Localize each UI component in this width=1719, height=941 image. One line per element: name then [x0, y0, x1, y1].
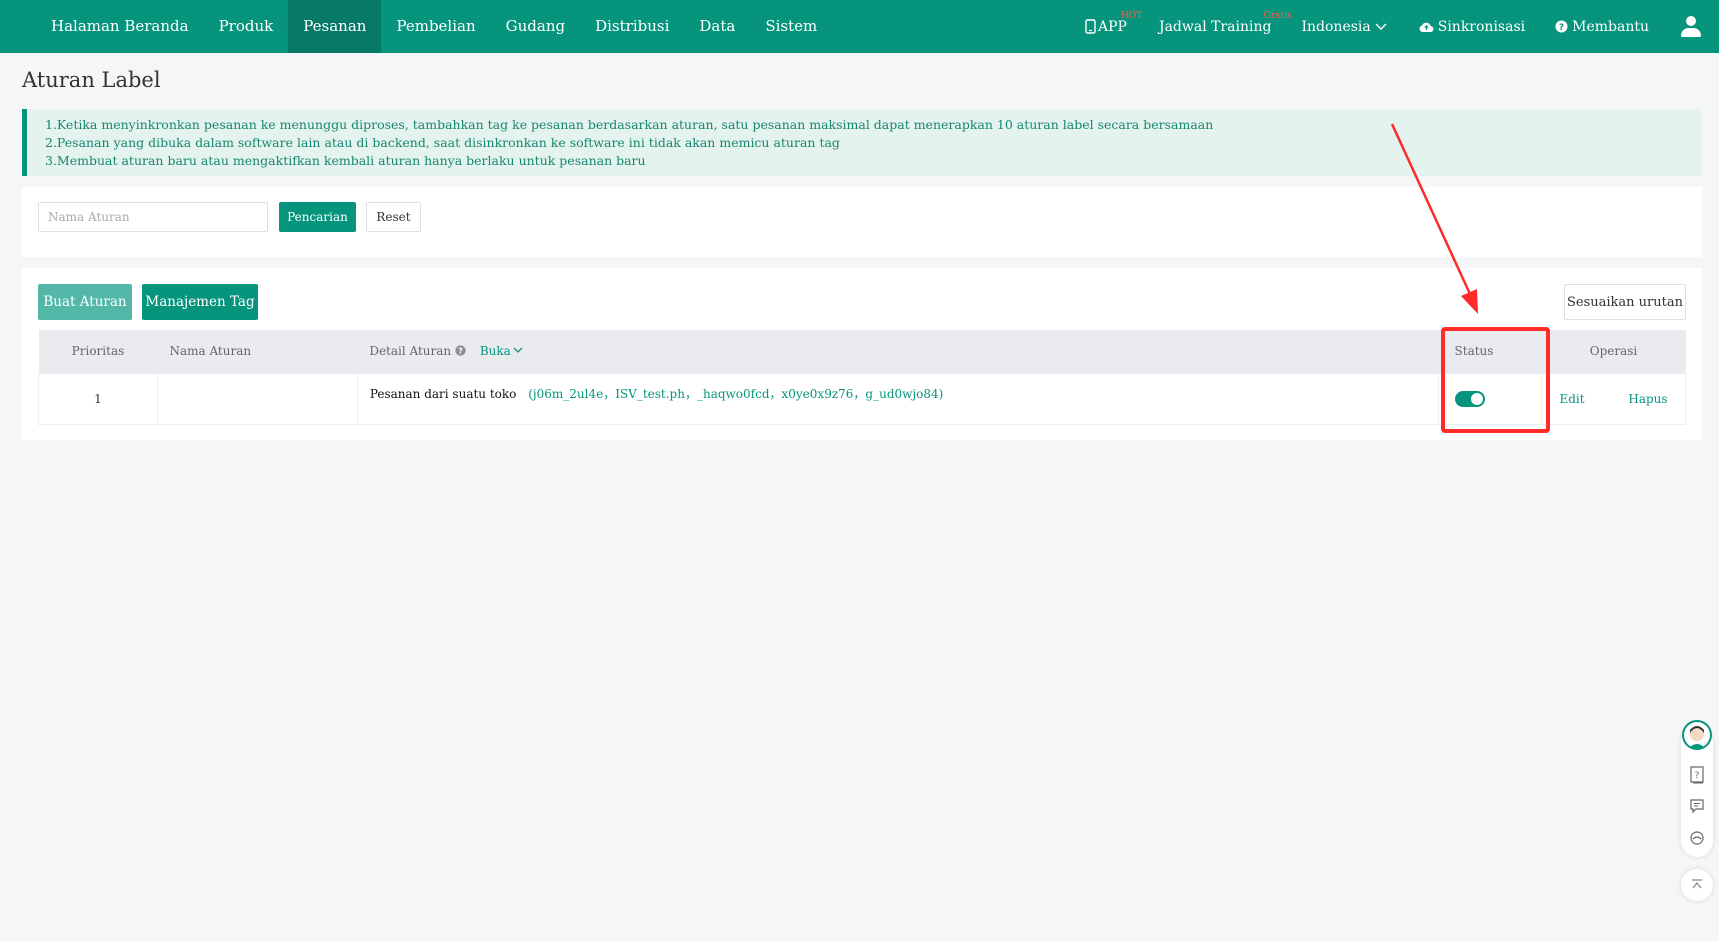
user-icon	[1681, 15, 1701, 38]
message-icon[interactable]	[1689, 798, 1705, 814]
rule-name-cell	[156, 372, 358, 425]
language-selector[interactable]: Indonesia	[1301, 18, 1387, 35]
user-account-button[interactable]	[1681, 15, 1701, 38]
app-link[interactable]: APP HOT	[1085, 11, 1142, 35]
annotation-highlight-box	[1441, 327, 1550, 433]
rule-detail-cell: Pesanan dari suatu toko (j06m_2ul4e，ISV_…	[356, 372, 1440, 425]
table-header-row: Prioritas Nama Aturan Detail Aturan ? Bu…	[38, 330, 1686, 373]
edit-link[interactable]: Edit	[1559, 392, 1584, 406]
nav-orders[interactable]: Pesanan	[288, 0, 382, 53]
expand-details-toggle[interactable]: Buka	[480, 344, 523, 358]
arrow-up-to-top-icon	[1692, 879, 1702, 889]
search-panel: Pencarian Reset	[22, 187, 1702, 257]
expand-label: Buka	[479, 344, 511, 359]
training-schedule-link[interactable]: Jadwal Training Gratis	[1158, 11, 1292, 35]
search-button[interactable]: Pencarian	[279, 202, 356, 232]
priority-cell: 1	[38, 372, 158, 425]
agent-avatar-icon	[1684, 722, 1710, 748]
training-label: Jadwal Training	[1158, 18, 1272, 35]
svg-text:?: ?	[1695, 771, 1700, 781]
nav-products[interactable]: Produk	[204, 0, 289, 53]
header-right-menu: APP HOT Jadwal Training Gratis Indonesia…	[1085, 0, 1719, 53]
question-circle-icon: ?	[1555, 20, 1568, 33]
notice-line-3: 3.Membuat aturan baru atau mengaktifkan …	[45, 153, 646, 168]
nav-purchasing[interactable]: Pembelian	[381, 0, 490, 53]
feedback-icon[interactable]	[1689, 830, 1705, 846]
operation-cell: Edit Hapus	[1541, 372, 1686, 425]
chevron-down-icon	[513, 347, 523, 354]
language-label: Indonesia	[1301, 18, 1371, 35]
notice-line-2: 2.Pesanan yang dibuka dalam software lai…	[45, 135, 840, 150]
help-document-icon[interactable]: ?	[1689, 766, 1705, 784]
rule-name-column-header: Nama Aturan	[157, 330, 358, 373]
operation-column-header: Operasi	[1541, 330, 1686, 373]
customer-service-avatar[interactable]	[1682, 720, 1712, 750]
back-to-top-button[interactable]	[1681, 869, 1713, 901]
nav-home[interactable]: Halaman Beranda	[36, 0, 204, 53]
tag-management-button[interactable]: Manajemen Tag	[142, 284, 258, 320]
table-row: 1 Pesanan dari suatu toko (j06m_2ul4e，IS…	[38, 372, 1686, 425]
rules-table: Prioritas Nama Aturan Detail Aturan ? Bu…	[38, 330, 1686, 425]
floating-service-rail: ?	[1681, 720, 1713, 857]
main-nav: Halaman Beranda Produk Pesanan Pembelian…	[36, 0, 832, 53]
rule-detail-label: Pesanan dari suatu toko	[369, 386, 517, 401]
info-notice: 1.Ketika menyinkronkan pesanan ke menung…	[22, 109, 1702, 176]
free-badge: Gratis	[1263, 10, 1292, 21]
svg-text:?: ?	[1559, 23, 1564, 33]
page-title: Aturan Label	[22, 68, 161, 92]
reset-button[interactable]: Reset	[366, 202, 421, 232]
delete-link[interactable]: Hapus	[1628, 392, 1667, 406]
rule-detail-header-label: Detail Aturan	[369, 344, 452, 359]
sync-label: Sinkronisasi	[1437, 18, 1526, 35]
rule-name-search-input[interactable]	[38, 202, 268, 232]
help-button[interactable]: ? Membantu	[1555, 19, 1649, 35]
nav-distribution[interactable]: Distribusi	[580, 0, 684, 53]
rule-detail-column-header: Detail Aturan ? Buka	[357, 330, 1439, 373]
app-label: APP	[1098, 18, 1127, 35]
mobile-phone-icon	[1085, 19, 1096, 34]
priority-column-header: Prioritas	[38, 330, 158, 373]
help-tooltip-icon[interactable]: ?	[455, 345, 466, 356]
sync-button[interactable]: Sinkronisasi	[1419, 19, 1525, 35]
nav-warehouse[interactable]: Gudang	[491, 0, 580, 53]
top-navigation-bar: Halaman Beranda Produk Pesanan Pembelian…	[0, 0, 1719, 53]
hot-badge: HOT	[1121, 10, 1143, 21]
svg-text:?: ?	[458, 347, 463, 356]
notice-line-1: 1.Ketika menyinkronkan pesanan ke menung…	[45, 117, 1214, 132]
nav-data[interactable]: Data	[684, 0, 750, 53]
chevron-down-icon	[1375, 23, 1387, 30]
rule-detail-shops: (j06m_2ul4e，ISV_test.ph，_haqwo0fcd，x0ye0…	[528, 386, 944, 401]
nav-system[interactable]: Sistem	[750, 0, 832, 53]
create-rule-button[interactable]: Buat Aturan	[38, 284, 132, 320]
cloud-sync-icon	[1419, 22, 1434, 32]
help-label: Membantu	[1572, 18, 1649, 35]
adjust-order-button[interactable]: Sesuaikan urutan	[1564, 284, 1686, 320]
